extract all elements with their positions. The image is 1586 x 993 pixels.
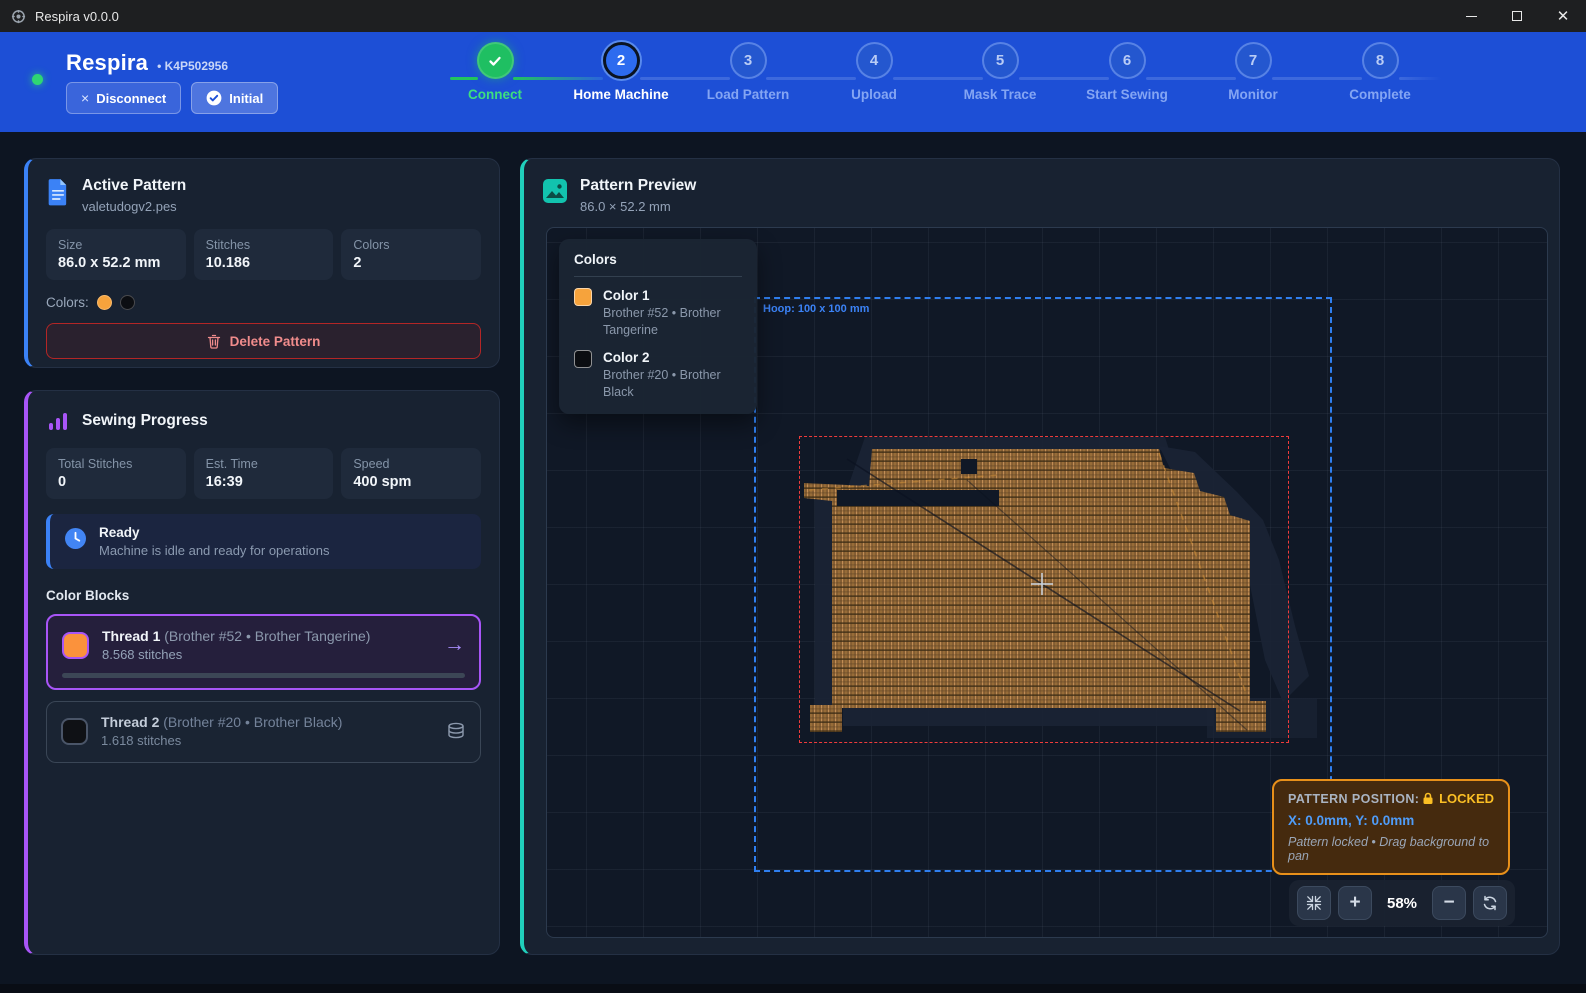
maximize-button[interactable] [1494,0,1540,32]
pattern-position-label: PATTERN POSITION: [1288,792,1419,806]
pattern-dimensions: 86.0 × 52.2 mm [580,199,696,214]
bar-chart-icon [46,409,70,433]
delete-pattern-button[interactable]: Delete Pattern [46,323,481,359]
pattern-canvas[interactable]: Hoop: 100 x 100 mm [546,227,1548,938]
thread-2-swatch [61,718,88,745]
window-title: Respira v0.0.0 [35,9,119,24]
maximize-icon [1512,11,1522,21]
step-monitor[interactable]: 7 Monitor [1193,42,1313,102]
fit-to-screen-button[interactable] [1297,886,1331,920]
clock-icon [64,527,87,550]
stat-speed: Speed 400 spm [341,448,481,499]
colors-row-label: Colors: [46,295,89,310]
thread-1-swatch [62,632,89,659]
close-icon: ✕ [1557,9,1570,24]
fit-to-screen-icon [1306,895,1322,911]
color-swatch-1 [97,295,112,310]
legend-swatch-1 [574,288,592,306]
pattern-position-overlay: PATTERN POSITION: LOCKED X: 0.0mm, Y: 0.… [1272,779,1510,875]
stat-total-stitches: Total Stitches 0 [46,448,186,499]
thread-2-meta: (Brother #20 • Brother Black) [163,714,342,730]
image-icon [542,178,568,204]
lock-icon [1422,792,1434,805]
zoom-toolbar: + 58% − [1289,880,1515,926]
zoom-out-button[interactable]: − [1432,886,1466,920]
app-icon [11,9,26,24]
legend-item-color-1: Color 1 Brother #52 • Brother Tangerine [574,288,742,339]
app-window: Respira v0.0.0 ✕ Respira • K4P502956 × D… [0,0,1586,993]
step-home-machine[interactable]: 2 Home Machine [561,42,681,102]
window-bottom-edge [0,984,1586,993]
document-icon [46,178,70,206]
stat-colors: Colors 2 [341,229,481,280]
refresh-icon [1482,895,1498,911]
legend-title: Colors [574,252,742,277]
titlebar: Respira v0.0.0 ✕ [0,0,1586,32]
minimize-icon [1466,16,1477,17]
close-button[interactable]: ✕ [1540,0,1586,32]
trash-icon [207,334,221,349]
pattern-coordinates: X: 0.0mm, Y: 0.0mm [1288,813,1494,828]
crosshair-icon [1041,573,1043,595]
step-mask-trace[interactable]: 5 Mask Trace [940,42,1060,102]
thread-1-block[interactable]: Thread 1 (Brother #52 • Brother Tangerin… [46,614,481,690]
locked-badge: LOCKED [1422,791,1494,806]
zoom-in-button[interactable]: + [1338,886,1372,920]
machine-status-desc: Machine is idle and ready for operations [99,543,330,558]
wizard-stepper: Connect 2 Home Machine 3 Load Pattern 4 … [0,32,1586,132]
sewing-progress-title: Sewing Progress [82,412,208,430]
reset-view-button[interactable] [1473,886,1507,920]
legend-item-color-2: Color 2 Brother #20 • Brother Black [574,350,742,401]
machine-status-title: Ready [99,525,330,540]
active-pattern-title: Active Pattern [82,177,186,195]
pattern-preview-title: Pattern Preview [580,177,696,195]
stat-size: Size 86.0 x 52.2 mm [46,229,186,280]
thread-2-block[interactable]: Thread 2 (Brother #20 • Brother Black) 1… [46,701,481,763]
thread-2-name: Thread 2 [101,714,159,730]
app-header: Respira • K4P502956 × Disconnect Initial [0,32,1586,132]
stat-est-time: Est. Time 16:39 [194,448,334,499]
check-icon [487,53,503,69]
sewing-progress-card: Sewing Progress Total Stitches 0 Est. Ti… [24,390,500,955]
thread-1-stitches: 8.568 stitches [102,647,370,662]
step-upload[interactable]: 4 Upload [814,42,934,102]
color-swatch-2 [120,295,135,310]
pattern-position-hint: Pattern locked • Drag background to pan [1288,835,1494,863]
step-start-sewing[interactable]: 6 Start Sewing [1067,42,1187,102]
step-connect-circle [477,42,514,79]
zoom-level: 58% [1379,895,1425,912]
pattern-filename: valetudogv2.pes [82,199,186,214]
step-load-pattern[interactable]: 3 Load Pattern [688,42,808,102]
thread-2-stitches: 1.618 stitches [101,733,342,748]
step-connect[interactable]: Connect [435,42,555,102]
layers-stack-icon [446,721,466,741]
thread-1-name: Thread 1 [102,628,160,644]
thread-1-meta: (Brother #52 • Brother Tangerine) [164,628,370,644]
color-blocks-label: Color Blocks [46,588,481,603]
minimize-button[interactable] [1448,0,1494,32]
colors-legend: Colors Color 1 Brother #52 • Brother Tan… [559,239,757,414]
legend-swatch-2 [574,350,592,368]
pattern-preview-card: Pattern Preview 86.0 × 52.2 mm Hoop: 100… [520,158,1560,955]
thread-1-progress-bar [62,673,465,678]
pattern-bounds [799,436,1289,743]
step-complete[interactable]: 8 Complete [1320,42,1440,102]
arrow-right-icon: → [444,633,465,657]
stat-stitches: Stitches 10.186 [194,229,334,280]
machine-status-box: Ready Machine is idle and ready for oper… [46,514,481,569]
active-pattern-card: Active Pattern valetudogv2.pes Size 86.0… [24,158,500,368]
